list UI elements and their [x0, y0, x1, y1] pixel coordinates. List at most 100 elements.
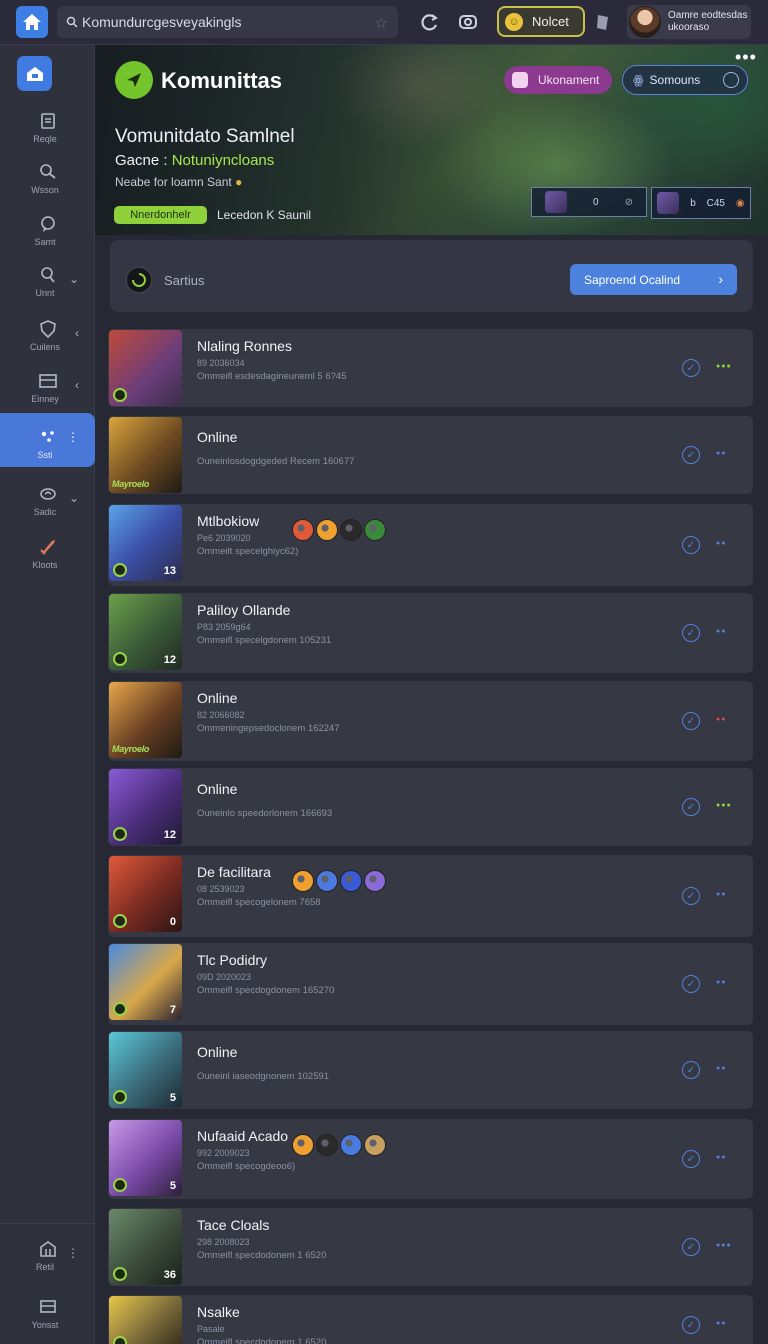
game-label: Gacne :	[115, 152, 168, 169]
more-options-icon[interactable]: ●●	[716, 1154, 726, 1161]
sidebar-item-label: Unnt	[35, 288, 55, 298]
sidebar-item-1[interactable]: Wsson	[0, 158, 95, 210]
rank-badge-icon	[113, 563, 127, 577]
sidebar: Reqle Wsson Samt Unnt ⌄ Cuilens ‹ Einney…	[0, 45, 95, 1344]
member-level: 12	[163, 829, 176, 841]
verified-check-icon[interactable]: ✓	[682, 536, 700, 554]
member-row[interactable]: Mayroelo Online 82 2066082 Ommeningepsedocl…	[108, 681, 753, 761]
member-level: 13	[163, 565, 176, 577]
hero-avatar-icon	[364, 1134, 386, 1156]
member-id: Pe6 2039020	[197, 533, 251, 543]
search-input[interactable]	[82, 14, 372, 30]
hero-avatar-icon	[340, 1134, 362, 1156]
member-id: 09D 2020023	[197, 972, 252, 982]
star-icon[interactable]: ☆	[375, 14, 388, 32]
verified-check-icon[interactable]: ✓	[682, 975, 700, 993]
member-row[interactable]: 5 Nufaaid Acado 992 2009023 Ommeifl specogd…	[108, 1119, 753, 1199]
notifications-button[interactable]: ☺ Nolcet	[497, 6, 585, 37]
sidebar-item-label: Sadic	[33, 507, 57, 517]
sidebar-item-7[interactable]: Sadic ⌄	[0, 480, 95, 532]
member-row[interactable]: Nsalke Pasale Ommeifl specdodonem 1 6520 ✓ ●…	[108, 1295, 753, 1344]
member-thumbnail: 13	[109, 505, 182, 581]
more-options-icon[interactable]: ●●	[716, 979, 726, 986]
search-box[interactable]: ☆	[57, 6, 398, 38]
member-row[interactable]: 13 Mtlbokiow Pe6 2039020 Ommeilt specelghiy…	[108, 504, 753, 586]
verified-check-icon[interactable]: ✓	[682, 887, 700, 905]
member-row[interactable]: 0 De facilitara 08 2539023 Ommeifl specogel…	[108, 855, 753, 937]
gamepad-icon[interactable]	[458, 12, 478, 32]
member-id: 992 2009023	[197, 1148, 250, 1158]
verified-check-icon[interactable]: ✓	[682, 798, 700, 816]
more-options-icon[interactable]: ●●	[716, 450, 726, 457]
more-options-icon[interactable]: ●●●	[716, 1242, 732, 1249]
mode-text: Neabe for loamn Sant ●	[115, 175, 242, 189]
more-options-icon[interactable]: ●●	[716, 716, 726, 723]
sidebar-item-8[interactable]: Kloots	[0, 533, 95, 585]
sidebar-item-4[interactable]: Cuilens ‹	[0, 315, 95, 367]
verified-check-icon[interactable]: ✓	[682, 1061, 700, 1079]
verified-check-icon[interactable]: ✓	[682, 1150, 700, 1168]
verified-check-icon[interactable]: ✓	[682, 446, 700, 464]
user-menu[interactable]: Oamre eodtesdas ukooraso	[627, 5, 751, 39]
sidebar-home-button[interactable]	[17, 56, 52, 91]
sidebar-item-2[interactable]: Samt	[0, 210, 95, 262]
member-status-text: Ommeifl specdodonem 1 6520	[197, 1250, 327, 1261]
expand-button[interactable]: Saproend Ocalind ›	[570, 264, 737, 295]
more-options-icon[interactable]: ●●●	[716, 363, 732, 370]
sidebar-item-3[interactable]: Unnt ⌄	[0, 261, 95, 313]
tournament-button[interactable]: Ukonament	[504, 66, 612, 94]
member-name: Tace Cloals	[197, 1217, 270, 1233]
sidebar-bottom-item-0[interactable]: Retil ⋮	[0, 1235, 95, 1287]
verified-check-icon[interactable]: ✓	[682, 1316, 700, 1334]
verified-check-icon[interactable]: ✓	[682, 359, 700, 377]
verified-check-icon[interactable]: ✓	[682, 712, 700, 730]
more-horizontal-icon[interactable]: •••	[735, 47, 757, 68]
member-level: 36	[163, 1269, 176, 1281]
verified-check-icon[interactable]: ✓	[682, 1238, 700, 1256]
member-row[interactable]: Nlaling Ronnes 89 2036034 Ommeifl esdesdag…	[108, 329, 753, 407]
verified-check-icon[interactable]: ✓	[682, 624, 700, 642]
chevron-left-icon[interactable]: ‹	[75, 378, 79, 392]
more-options-icon[interactable]: ●●	[716, 1320, 726, 1327]
sidebar-bottom-item-1[interactable]: Yonsst	[0, 1293, 95, 1344]
more-vertical-icon[interactable]: ⋮	[67, 1246, 79, 1260]
sidebar-item-0[interactable]: Reqle	[0, 107, 95, 159]
member-thumbnail	[109, 1296, 182, 1344]
compass-icon: ⊘	[624, 196, 633, 208]
member-row[interactable]: 36 Tace Cloals 298 2008023 Ommeifl specdodo…	[108, 1208, 753, 1286]
sidebar-item-label: Retil	[35, 1262, 54, 1272]
member-row[interactable]: Mayroelo Online Ouneinlosdogdgeded Recem 1…	[108, 416, 753, 494]
sessions-button[interactable]: ꙮ Somouns	[622, 65, 748, 95]
more-vertical-icon[interactable]: ⋮	[67, 430, 79, 444]
member-status-text: Ommeifl specogdeoo6)	[197, 1161, 296, 1172]
hero-avatar-icon	[364, 519, 386, 541]
member-level: 7	[169, 1004, 176, 1016]
hero-avatar-icon	[340, 519, 362, 541]
member-id: Pasale	[197, 1324, 225, 1334]
chevron-down-icon[interactable]: ⌄	[69, 272, 79, 286]
sidebar-item-6-active[interactable]: Ssti ⋮	[0, 413, 95, 467]
more-options-icon[interactable]: ●●	[716, 540, 726, 547]
more-options-icon[interactable]: ●●	[716, 891, 726, 898]
more-options-icon[interactable]: ●●●	[716, 802, 732, 809]
member-row[interactable]: 5 Online Ouneinl iaseodgnonem 102591 ✓ ●●	[108, 1031, 753, 1109]
member-row[interactable]: 12 Paliloy Ollande P83 2059g64 Ommeifl spec…	[108, 593, 753, 673]
member-row[interactable]: 7 Tlc Podidry 09D 2020023 Ommeifl specdogdo…	[108, 943, 753, 1025]
status-label: Sartius	[164, 273, 205, 288]
more-options-icon[interactable]: ●●	[716, 1065, 726, 1072]
match-card-1[interactable]: 0 ⊘	[531, 187, 647, 217]
chevron-left-icon[interactable]: ‹	[75, 326, 79, 340]
top-bar: ☆ ☺ Nolcet Oamre eodtesdas ukooraso	[0, 0, 768, 45]
sidebar-item-5[interactable]: Einney ‹	[0, 367, 95, 419]
tag-icon[interactable]	[596, 13, 610, 31]
more-options-icon[interactable]: ●●	[716, 628, 726, 635]
notifications-label: Nolcet	[532, 14, 569, 29]
refresh-icon[interactable]	[420, 12, 440, 32]
member-status-text: Ommeilt specelghiyc62)	[197, 546, 299, 557]
sidebar-item-label: Einney	[31, 394, 59, 404]
home-button[interactable]	[16, 6, 48, 38]
rank-badge-icon	[113, 1267, 127, 1281]
match-card-2[interactable]: b C45 ◉	[651, 187, 751, 219]
chevron-down-icon[interactable]: ⌄	[69, 491, 79, 505]
member-row[interactable]: 12 Online Ouneinlo speedorlonem 166693 ✓ ●●●	[108, 768, 753, 846]
